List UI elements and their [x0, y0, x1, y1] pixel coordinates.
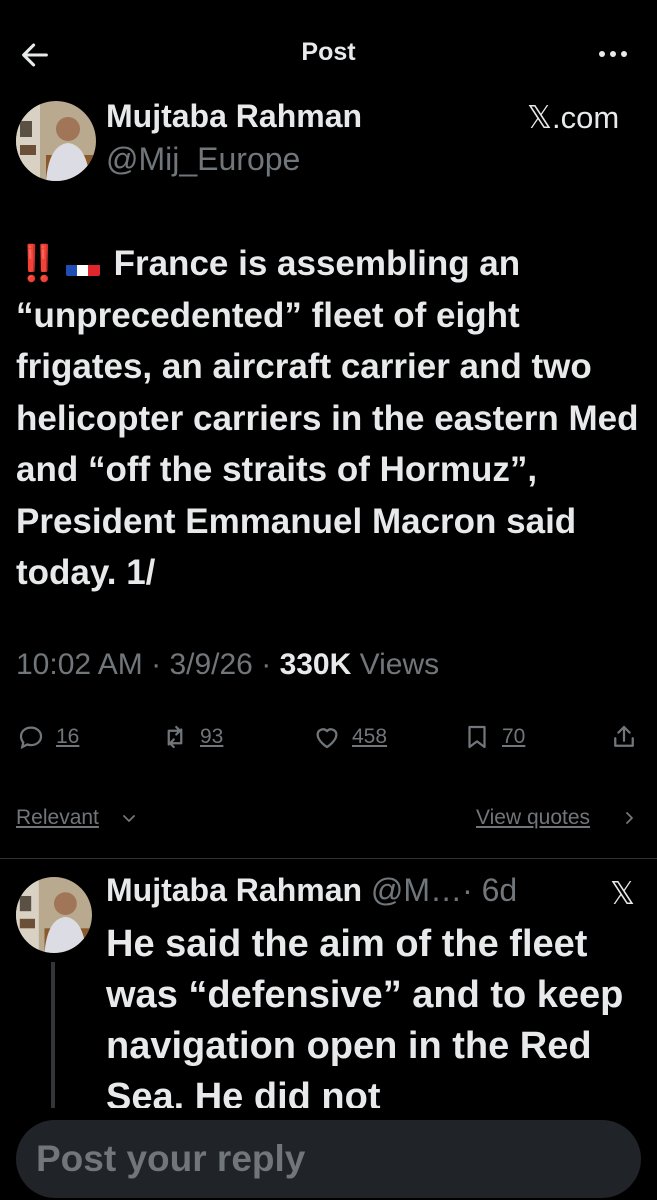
reply-avatar[interactable]: [16, 877, 92, 953]
reply-input-placeholder: Post your reply: [36, 1138, 306, 1179]
double-exclamation-icon: ‼️: [16, 244, 60, 283]
share-button[interactable]: [609, 722, 649, 752]
avatar-image: [16, 877, 92, 953]
view-quotes-link[interactable]: View quotes: [476, 806, 590, 830]
reply-text: He said the aim of the fleet was “defens…: [106, 923, 624, 1118]
reply-author-name[interactable]: Mujtaba Rahman: [106, 872, 362, 908]
repost-icon: [167, 725, 183, 749]
page-title: Post: [301, 38, 356, 66]
post-meta: 10:02 AM · 3/9/26 · 330K Views: [16, 648, 439, 682]
post-text: ‼️ France is assembling an “unprecedented…: [16, 238, 641, 599]
source-label: 𝕏.com: [527, 100, 620, 135]
author-name[interactable]: Mujtaba Rahman: [106, 98, 362, 135]
reply-icon: [19, 726, 43, 750]
bookmark-button[interactable]: 70: [462, 722, 525, 752]
meta-separator: ·: [261, 648, 272, 681]
reply-count: 16: [56, 725, 80, 748]
post-time: 10:02 AM: [16, 648, 143, 681]
france-flag-icon: [65, 252, 100, 276]
bookmark-icon: [468, 725, 486, 749]
chevron-down-icon: [123, 815, 135, 822]
post-date: 3/9/26: [169, 648, 253, 681]
reply-author-handle[interactable]: @M…: [371, 872, 462, 908]
repost-count: 93: [200, 725, 224, 748]
share-icon: [614, 725, 634, 747]
like-count: 458: [352, 725, 388, 748]
thread-line: [51, 962, 55, 1112]
chevron-right-icon: [626, 812, 633, 824]
reply-age: · 6d: [462, 872, 518, 908]
reply-source-label: 𝕏: [610, 876, 635, 911]
reply-button[interactable]: 16: [16, 722, 79, 752]
avatar[interactable]: [16, 101, 96, 181]
views-label: Views: [359, 648, 440, 681]
avatar-image: [16, 101, 96, 181]
sort-dropdown[interactable]: Relevant: [16, 806, 99, 830]
reply-header: Mujtaba Rahman @M…· 6d: [106, 872, 517, 909]
like-button[interactable]: 458: [312, 722, 387, 752]
author-handle[interactable]: @Mij_Europe: [106, 141, 300, 178]
more-icon[interactable]: [596, 44, 630, 64]
repost-button[interactable]: 93: [160, 722, 223, 752]
bookmark-count: 70: [502, 725, 526, 748]
meta-separator: ·: [151, 648, 162, 681]
views-count: 330K: [279, 648, 352, 681]
like-icon: [316, 728, 338, 749]
post-body: France is assembling an “unprecedented” …: [16, 244, 639, 592]
divider: [0, 858, 657, 859]
